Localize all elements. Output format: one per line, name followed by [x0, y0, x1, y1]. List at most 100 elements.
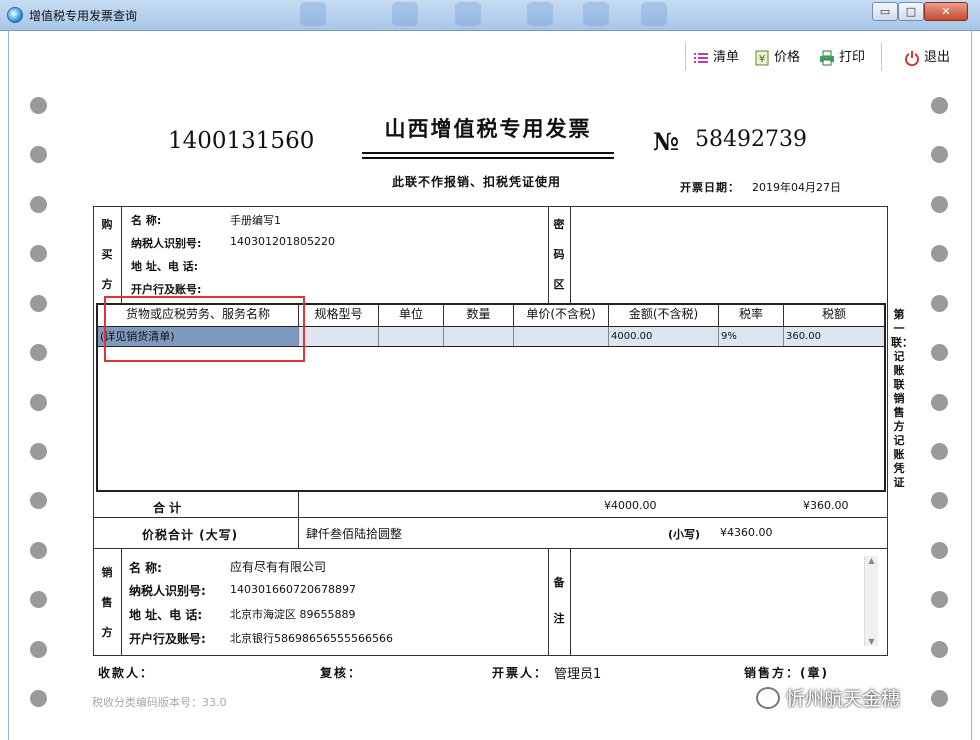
close-button[interactable]: ✕	[924, 2, 968, 21]
usage-note: 此联不作报销、扣税凭证使用	[392, 175, 562, 189]
perforation-hole	[30, 146, 47, 163]
issuer-label: 开票人：	[492, 666, 549, 680]
invoice-number: 58492739	[695, 127, 807, 152]
buyer-name-label: 名 称:	[131, 214, 162, 227]
perforation-hole	[30, 245, 47, 262]
number-mark: №	[653, 127, 680, 156]
cell-amount[interactable]: 4000.00	[609, 327, 719, 346]
watermark-text: 忻州航天金穗	[786, 688, 901, 710]
divider	[121, 206, 122, 303]
divider	[570, 548, 571, 656]
maximize-button[interactable]: □	[898, 2, 924, 21]
seller-name: 应有尽有有限公司	[230, 560, 327, 574]
divider	[570, 206, 571, 303]
perforation-hole	[30, 542, 47, 559]
col-header-amount[interactable]: 金额(不含税)	[609, 304, 719, 326]
cell-qty[interactable]	[444, 327, 514, 346]
issue-date: 2019年04月27日	[752, 181, 841, 194]
price-button[interactable]: ¥ 价格	[754, 47, 800, 69]
perforation-hole	[931, 394, 948, 411]
power-icon	[904, 50, 920, 67]
perforation-hole	[931, 690, 948, 707]
seller-side-label: 售	[101, 596, 113, 609]
toolbar-separator	[685, 43, 686, 71]
buyer-side-label: 买	[101, 248, 113, 261]
title-underline	[362, 157, 614, 159]
remark-scrollbar[interactable]: ▲ ▼	[864, 556, 878, 646]
perforation-hole	[931, 542, 948, 559]
issue-date-label: 开票日期：	[680, 181, 740, 194]
exit-button[interactable]: 退出	[904, 47, 950, 69]
cell-rate[interactable]: 9%	[719, 327, 784, 346]
seller-bank: 北京银行58698656555566566	[230, 632, 393, 645]
perforation-hole	[931, 97, 948, 114]
exit-label: 退出	[924, 50, 951, 65]
background-toolbar-icon	[300, 2, 326, 26]
copy-side-text: 第一联：记账联 销售方记账凭证	[891, 308, 913, 489]
scroll-down-icon[interactable]: ▼	[865, 637, 878, 646]
toolbar-separator	[881, 43, 882, 71]
scroll-up-icon[interactable]: ▲	[865, 556, 878, 565]
divider	[93, 548, 888, 549]
perforation-hole	[931, 146, 948, 163]
perforation-hole	[30, 443, 47, 460]
col-header-unit[interactable]: 单位	[379, 304, 444, 326]
invoice-title: 山西增值税专用发票	[384, 116, 592, 141]
version-label: 税收分类编码版本号：33.0	[92, 696, 227, 709]
perforation-hole	[931, 196, 948, 213]
invoice-code: 1400131560	[168, 128, 315, 154]
buyer-name: 手册编写1	[230, 214, 281, 227]
buyer-tax-id-label: 纳税人识别号:	[131, 237, 202, 250]
perforation-hole	[30, 492, 47, 509]
col-header-tax[interactable]: 税额	[784, 304, 884, 326]
seller-tax-id: 140301660720678897	[230, 583, 356, 596]
col-header-spec[interactable]: 规格型号	[299, 304, 379, 326]
background-toolbar-icon	[583, 2, 609, 26]
perforation-hole	[931, 591, 948, 608]
price-icon: ¥	[754, 50, 770, 66]
perforation-hole	[931, 492, 948, 509]
cell-price[interactable]	[514, 327, 609, 346]
minimize-button[interactable]: ▭	[872, 2, 898, 21]
perforation-hole	[931, 443, 948, 460]
toolbar: 清单 ¥ 价格 打印 退出	[8, 31, 972, 83]
total-amount: ¥4000.00	[604, 499, 657, 512]
col-header-qty[interactable]: 数量	[444, 304, 514, 326]
seller-name-label: 名 称:	[129, 561, 162, 575]
list-button[interactable]: 清单	[693, 47, 739, 69]
divider	[93, 517, 888, 518]
perforation-hole	[30, 591, 47, 608]
perforation-hole	[30, 641, 47, 658]
cell-tax[interactable]: 360.00	[784, 327, 884, 346]
total-label: 合 计	[153, 501, 182, 515]
sum-upper: 肆仟叁佰陆拾圆整	[306, 527, 403, 541]
buyer-side-label: 购	[101, 218, 113, 231]
title-underline	[362, 152, 614, 154]
perforation-hole	[931, 641, 948, 658]
wechat-icon	[756, 686, 780, 709]
seller-bank-label: 开户行及账号:	[129, 632, 206, 646]
cell-spec[interactable]	[299, 327, 379, 346]
divider	[548, 548, 549, 656]
divider	[298, 492, 299, 548]
highlight-box	[104, 296, 305, 362]
seller-side-label: 方	[101, 626, 113, 639]
col-header-price[interactable]: 单价(不含税)	[514, 304, 609, 326]
payee-label: 收款人：	[98, 666, 155, 680]
perforation-hole	[30, 344, 47, 361]
background-toolbar-icon	[455, 2, 481, 26]
perforation-hole	[30, 196, 47, 213]
perforation-hole	[30, 97, 47, 114]
window-title: 增值税专用发票查询	[29, 9, 138, 23]
reviewer-label: 复核：	[320, 666, 363, 680]
print-label: 打印	[839, 50, 866, 65]
remark-label: 注	[553, 612, 565, 625]
col-header-rate[interactable]: 税率	[719, 304, 784, 326]
svg-text:¥: ¥	[759, 54, 765, 65]
print-button[interactable]: 打印	[819, 47, 865, 69]
buyer-side-label: 方	[101, 278, 113, 291]
perforation-hole	[30, 394, 47, 411]
perforation-hole	[30, 690, 47, 707]
price-label: 价格	[774, 50, 801, 65]
cell-unit[interactable]	[379, 327, 444, 346]
